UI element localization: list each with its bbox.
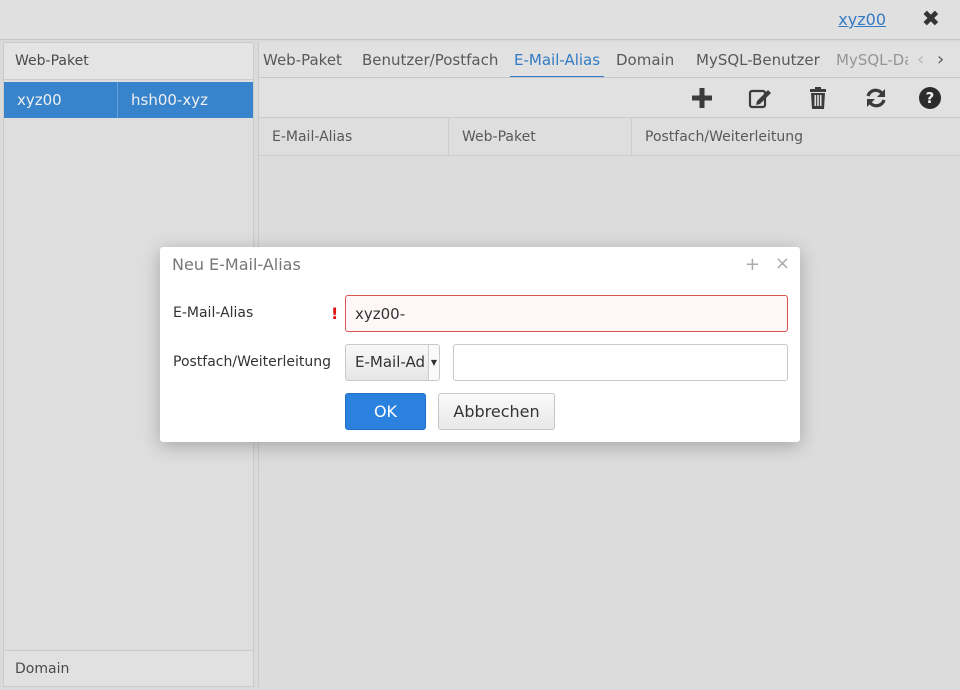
dialog-title: Neu E-Mail-Alias	[172, 255, 301, 274]
target-type-value: E-Mail-Ad	[355, 353, 425, 371]
chevron-down-icon: ▼	[428, 345, 439, 380]
dialog-close-icon[interactable]: ×	[775, 253, 790, 274]
forwarding-input[interactable]	[453, 344, 788, 381]
target-label: Postfach/Weiterleitung	[173, 354, 331, 370]
new-email-alias-dialog: Neu E-Mail-Alias + × E-Mail-Alias ! Post…	[160, 247, 800, 442]
cancel-button[interactable]: Abbrechen	[438, 393, 555, 430]
ok-button[interactable]: OK	[345, 393, 426, 430]
alias-label: E-Mail-Alias	[173, 305, 254, 321]
required-error-icon: !	[331, 304, 339, 323]
target-type-select[interactable]: E-Mail-Ad ▼	[345, 344, 440, 381]
email-alias-input[interactable]	[345, 295, 788, 332]
maximize-icon[interactable]: +	[745, 254, 760, 275]
